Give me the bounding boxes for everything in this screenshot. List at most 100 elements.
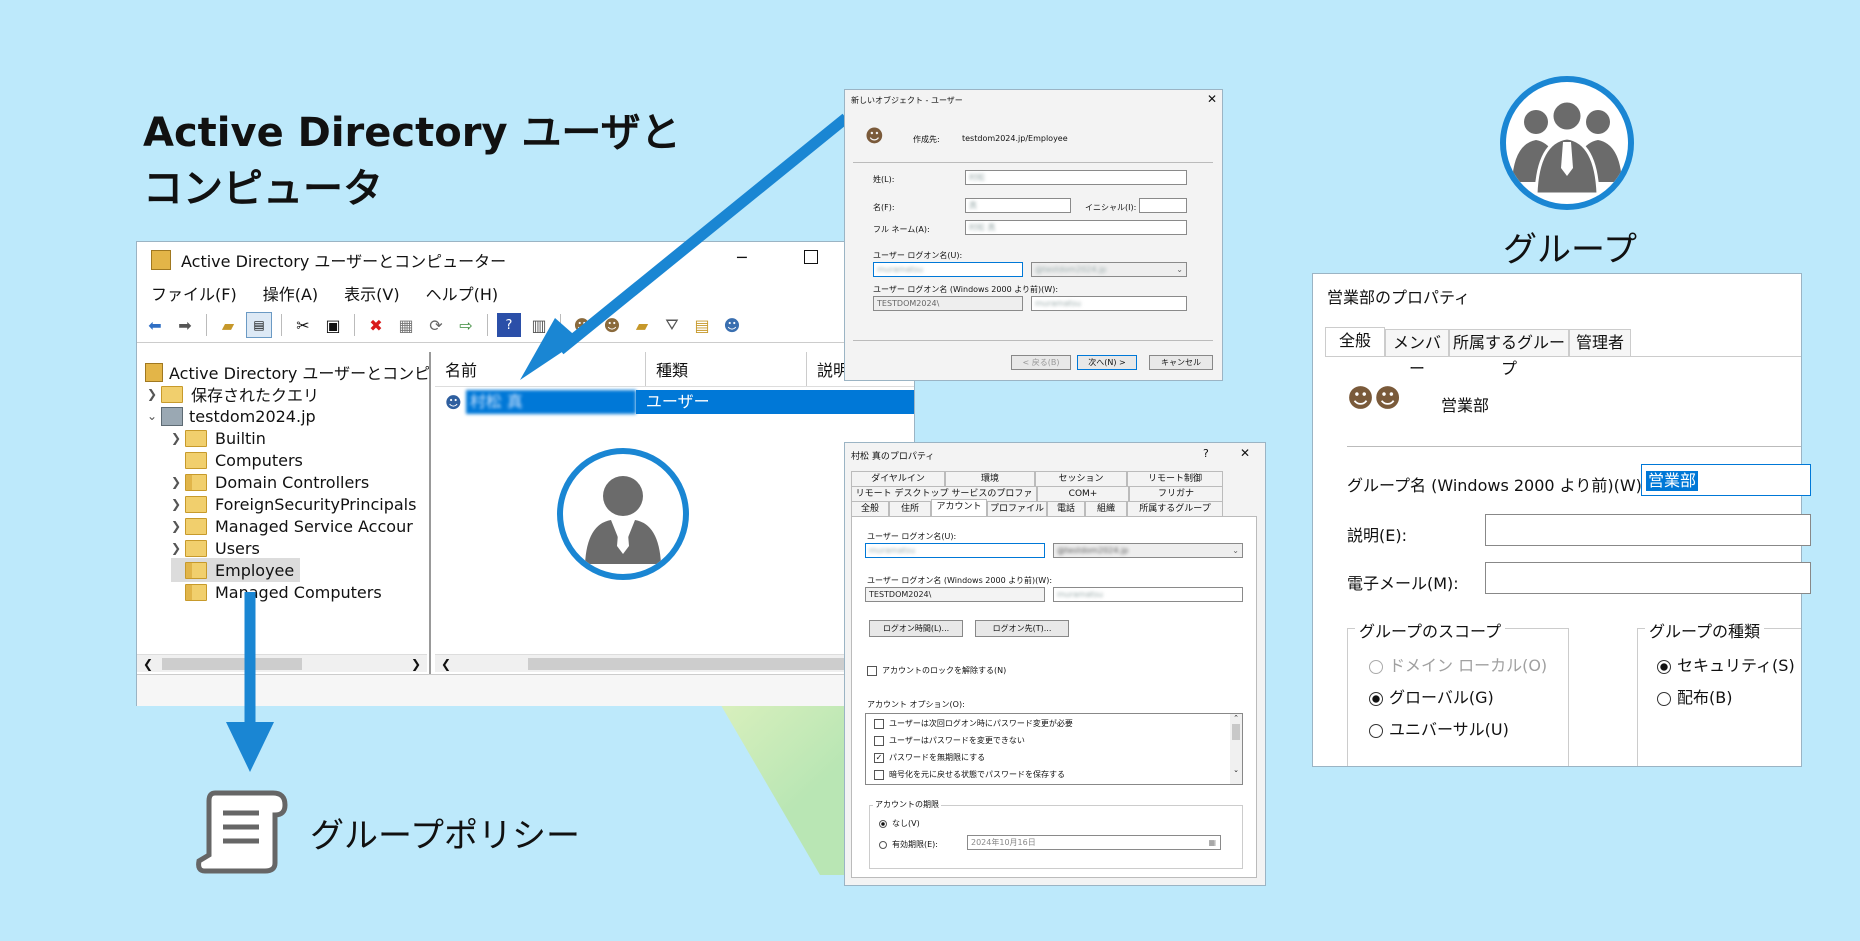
tab-managed-by[interactable]: 管理者 [1569,329,1631,357]
description-label: 説明(E): [1347,526,1407,545]
domain-suffix-select[interactable]: @testdom2024.jp ⌄ [1053,543,1243,558]
user-icon: ☻ [865,126,884,147]
tab-profile[interactable]: プロファイル [987,501,1047,516]
group-type-label: グループの種類 [1645,618,1765,642]
tab-address[interactable]: 住所 [889,501,931,516]
unlock-checkbox[interactable]: アカウントのロックを解除する(N) [867,665,1006,676]
scope-global[interactable]: グローバル(G) [1369,684,1494,708]
group-badge-icon [1500,76,1634,210]
tab-member-of[interactable]: 所属するグループ [1127,501,1223,516]
group-policy-caption: グループポリシー [310,816,580,856]
tab-row-3: 全般 住所 アカウント プロファイル 電話 組織 所属するグループ [851,499,1223,516]
tab-environment[interactable]: 環境 [945,471,1035,486]
scope-universal[interactable]: ユニバーサル(U) [1369,716,1509,740]
tab-remote-control[interactable]: リモート制御 [1127,471,1223,486]
email-input[interactable] [1485,562,1811,594]
logon-pre2000-label: ユーザー ログオン名 (Windows 2000 より前)(W): [873,285,1059,294]
tab-members[interactable]: メンバー [1385,329,1449,378]
checkbox-icon [874,718,884,729]
tab-telephones[interactable]: 電話 [1047,501,1085,516]
tab-general[interactable]: 全般 [1325,327,1385,357]
tab-organization[interactable]: 組織 [1085,501,1127,516]
scope-domain-local[interactable]: ドメイン ローカル(O) [1369,652,1547,676]
tab-com-plus[interactable]: COM+ [1037,486,1129,501]
email-label: 電子メール(M): [1347,574,1459,593]
options-label: アカウント オプション(O): [867,700,965,709]
new-user-dialog: 新しいオブジェクト - ユーザー ✕ ☻ 作成先: testdom2024.jp… [845,90,1222,380]
first-name-label: 名(F): [873,203,895,212]
logon-label: ユーザー ログオン名(U): [867,532,957,541]
tab-dialin[interactable]: ダイヤルイン [851,471,945,486]
radio-never[interactable]: なし(V) [879,818,920,829]
checkbox-checked-icon: ✓ [874,752,884,763]
checkbox-icon [874,735,884,746]
tab-account[interactable]: アカウント [931,499,987,516]
options-scrollbar[interactable]: ⌃ ⌄ [1230,714,1242,784]
radio-end-of[interactable]: 有効期限(E): [879,839,938,850]
group-caption: グループ [1503,230,1637,270]
expiry-date-picker[interactable]: 2024年10月16日 ▦ [967,835,1221,850]
next-button[interactable]: 次へ(N) > [1077,355,1137,370]
close-icon[interactable]: ✕ [1207,92,1217,106]
chevron-down-icon: ⌄ [1176,265,1183,274]
user-badge-icon [557,448,689,580]
first-name-input[interactable]: 真 [965,198,1071,213]
scroll-thumb [1232,724,1240,740]
netbios-domain-field: TESTDOM2024\ [865,587,1045,602]
initials-input[interactable] [1139,198,1187,213]
arrow-to-list [556,113,850,355]
tab-furigana[interactable]: フリガナ [1129,486,1223,501]
logon-pre2000-input[interactable]: muramatsu [1031,296,1187,311]
logon-to-button[interactable]: ログオン先(T)... [975,620,1069,637]
scroll-down-icon: ⌄ [1233,766,1239,774]
close-icon[interactable]: ✕ [1240,446,1250,460]
create-in-label: 作成先: [913,135,940,144]
tab-member-of[interactable]: 所属するグループ [1449,329,1569,378]
checkbox-icon [874,769,884,780]
full-name-label: フル ネーム(A): [873,225,930,234]
radio-icon [1369,723,1383,738]
radio-selected-icon [1369,691,1383,706]
option-cannot-change-password[interactable]: ユーザーはパスワードを変更できない [874,735,1025,746]
pre2000-input[interactable]: muramatsu [1053,587,1243,602]
scroll-up-icon: ⌃ [1233,714,1239,722]
last-name-label: 姓(L): [873,175,895,184]
domain-suffix-select[interactable]: @testdom2024.jp ⌄ [1031,262,1187,277]
help-icon[interactable]: ? [1203,447,1209,460]
pre2000-input[interactable]: 営業部 [1641,464,1811,496]
chevron-down-icon: ⌄ [1232,546,1239,555]
last-name-input[interactable]: 村松 [965,170,1187,185]
scroll-policy-icon [196,790,288,874]
create-in-value: testdom2024.jp/Employee [962,134,1068,143]
radio-selected-icon [879,819,887,828]
option-reversible-encryption[interactable]: 暗号化を元に戻せる状態でパスワードを保存する [874,769,1065,780]
tab-row-1: ダイヤルイン 環境 セッション リモート制御 [851,471,1223,486]
description-input[interactable] [1485,514,1811,546]
group-properties-dialog: 営業部のプロパティ 全般 メンバー 所属するグループ 管理者 ☻☻ 営業部 グル… [1313,274,1811,766]
tab-general[interactable]: 全般 [851,501,889,516]
pre2000-label: グループ名 (Windows 2000 より前)(W): [1347,476,1648,495]
full-name-input[interactable]: 村松 真 [965,220,1187,235]
tab-sessions[interactable]: セッション [1035,471,1127,486]
logon-input[interactable]: muramatsu [873,262,1023,277]
radio-selected-icon [1657,659,1671,674]
logon-hours-button[interactable]: ログオン時間(L)... [869,620,963,637]
group-name-display: 営業部 [1441,396,1490,415]
type-security[interactable]: セキュリティ(S) [1657,652,1795,676]
type-distribution[interactable]: 配布(B) [1657,684,1732,708]
option-must-change-password[interactable]: ユーザーは次回ログオン時にパスワード変更が必要 [874,718,1073,729]
checkbox-icon [867,665,877,676]
calendar-icon: ▦ [1208,838,1216,847]
radio-icon [879,840,887,849]
netbios-domain-field: TESTDOM2024\ [873,296,1023,311]
initials-label: イニシャル(I): [1085,203,1137,212]
user-properties-dialog: 村松 真のプロパティ ? ✕ ダイヤルイン 環境 セッション リモート制御 リモ… [845,443,1265,885]
radio-icon [1657,691,1671,706]
expiry-label: アカウントの期限 [873,799,941,810]
dialog-title: 営業部のプロパティ [1327,288,1471,307]
back-button[interactable]: < 戻る(B) [1011,355,1071,370]
logon-input[interactable]: muramatsu [865,543,1045,558]
cancel-button[interactable]: キャンセル [1149,355,1213,370]
dialog-title: 新しいオブジェクト - ユーザー [851,96,963,105]
option-password-never-expires[interactable]: ✓ パスワードを無期限にする [874,752,985,763]
